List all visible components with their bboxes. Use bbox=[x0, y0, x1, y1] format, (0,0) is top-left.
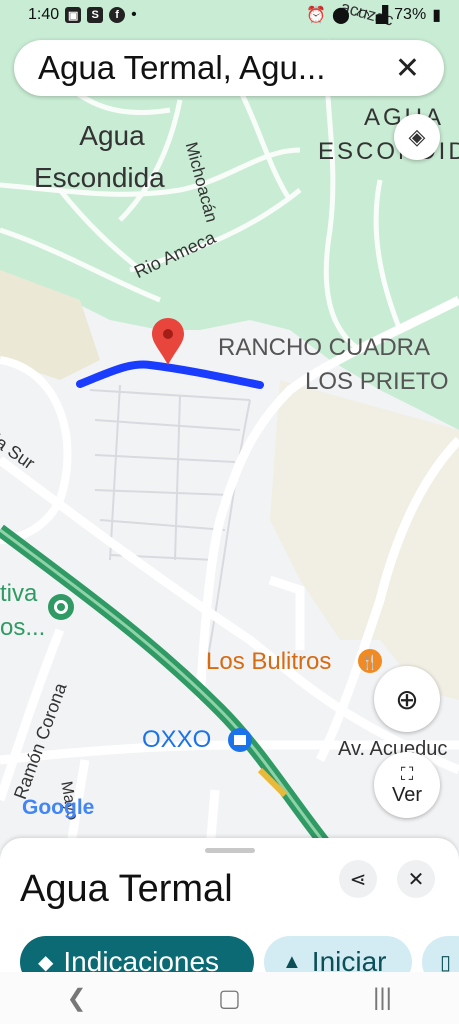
place-title: Agua Termal bbox=[20, 868, 233, 910]
signal-icon: ▟ bbox=[375, 7, 389, 24]
label-agua: Agua bbox=[79, 120, 145, 151]
street-view-icon: ⛶ bbox=[400, 763, 414, 784]
start-label: Iniciar bbox=[311, 946, 387, 972]
restaurant-icon[interactable]: 🍴 bbox=[358, 649, 382, 673]
directions-label: Indicaciones bbox=[63, 946, 220, 972]
back-icon[interactable]: ❮ bbox=[47, 984, 107, 1013]
crosshair-icon: ⊕ bbox=[395, 683, 419, 715]
status-right: ⏰ ⬤ ◠ ▟ 73% ▮ bbox=[306, 5, 441, 25]
layers-button[interactable]: ◈ bbox=[394, 114, 440, 160]
directions-button[interactable]: ◆ Indicaciones bbox=[20, 936, 254, 972]
street-view-button[interactable]: ⛶ Ver bbox=[374, 752, 440, 818]
close-icon[interactable]: ✕ bbox=[395, 51, 420, 86]
system-nav-bar: ❮ ▢ ||| bbox=[0, 972, 459, 1024]
label-rancho-2: LOS PRIETO bbox=[305, 368, 449, 395]
label-rancho-1: RANCHO CUADRA bbox=[218, 334, 431, 361]
close-sheet-button[interactable]: ✕ bbox=[397, 860, 435, 898]
label-agua-escondida: Agua bbox=[72, 120, 152, 152]
bookmark-icon: ▯ bbox=[440, 951, 452, 973]
search-query[interactable]: Agua Termal, Agu... bbox=[38, 49, 385, 87]
label-los-bulitros: Los Bulitros bbox=[206, 648, 332, 675]
park-poi-icon[interactable] bbox=[48, 594, 74, 620]
search-bar[interactable]: Agua Termal, Agu... ✕ bbox=[14, 40, 444, 96]
navigation-arrow-icon: ▲ bbox=[282, 950, 302, 973]
store-icon[interactable] bbox=[228, 728, 252, 752]
share-button[interactable]: ⋖ bbox=[339, 860, 377, 898]
label-oxxo: OXXO bbox=[142, 726, 212, 753]
share-icon: ⋖ bbox=[349, 868, 367, 891]
ver-label: Ver bbox=[391, 783, 423, 806]
recents-icon[interactable]: ||| bbox=[353, 984, 413, 1012]
directions-icon: ◆ bbox=[38, 951, 54, 973]
wifi-icon: ◠ bbox=[355, 7, 370, 24]
status-time: 1:40 bbox=[28, 6, 60, 23]
s-app-notification-icon: S bbox=[87, 7, 104, 23]
location-icon: ⬤ bbox=[331, 7, 350, 24]
status-bar: 1:40 ▣ S f • ⏰ ⬤ ◠ ▟ 73% ▮ bbox=[0, 0, 459, 30]
my-location-button[interactable]: ⊕ bbox=[374, 666, 440, 732]
label-tiva: tiva bbox=[0, 580, 38, 607]
alarm-icon: ⏰ bbox=[306, 7, 326, 24]
place-sheet[interactable]: Agua Termal ⋖ ✕ ◆ Indicaciones ▲ Iniciar… bbox=[0, 838, 459, 972]
close-icon: ✕ bbox=[407, 868, 425, 891]
start-button[interactable]: ▲ Iniciar bbox=[264, 936, 412, 972]
gallery-notification-icon: ▣ bbox=[65, 7, 82, 23]
status-left: 1:40 ▣ S f • bbox=[28, 6, 137, 24]
layers-icon: ◈ bbox=[408, 124, 426, 149]
more-notifications-icon: • bbox=[131, 6, 137, 23]
battery-icon: ▮ bbox=[432, 7, 441, 24]
google-logo: Google bbox=[22, 796, 95, 819]
label-os: os... bbox=[0, 614, 46, 641]
label-escondida: Escondida bbox=[34, 162, 165, 193]
drag-handle[interactable] bbox=[205, 848, 255, 853]
facebook-notification-icon: f bbox=[109, 7, 126, 23]
save-button[interactable]: ▯ bbox=[422, 936, 459, 972]
home-icon[interactable]: ▢ bbox=[200, 984, 260, 1013]
svg-text:🍴: 🍴 bbox=[361, 654, 378, 671]
battery-level: 73% bbox=[394, 6, 427, 23]
